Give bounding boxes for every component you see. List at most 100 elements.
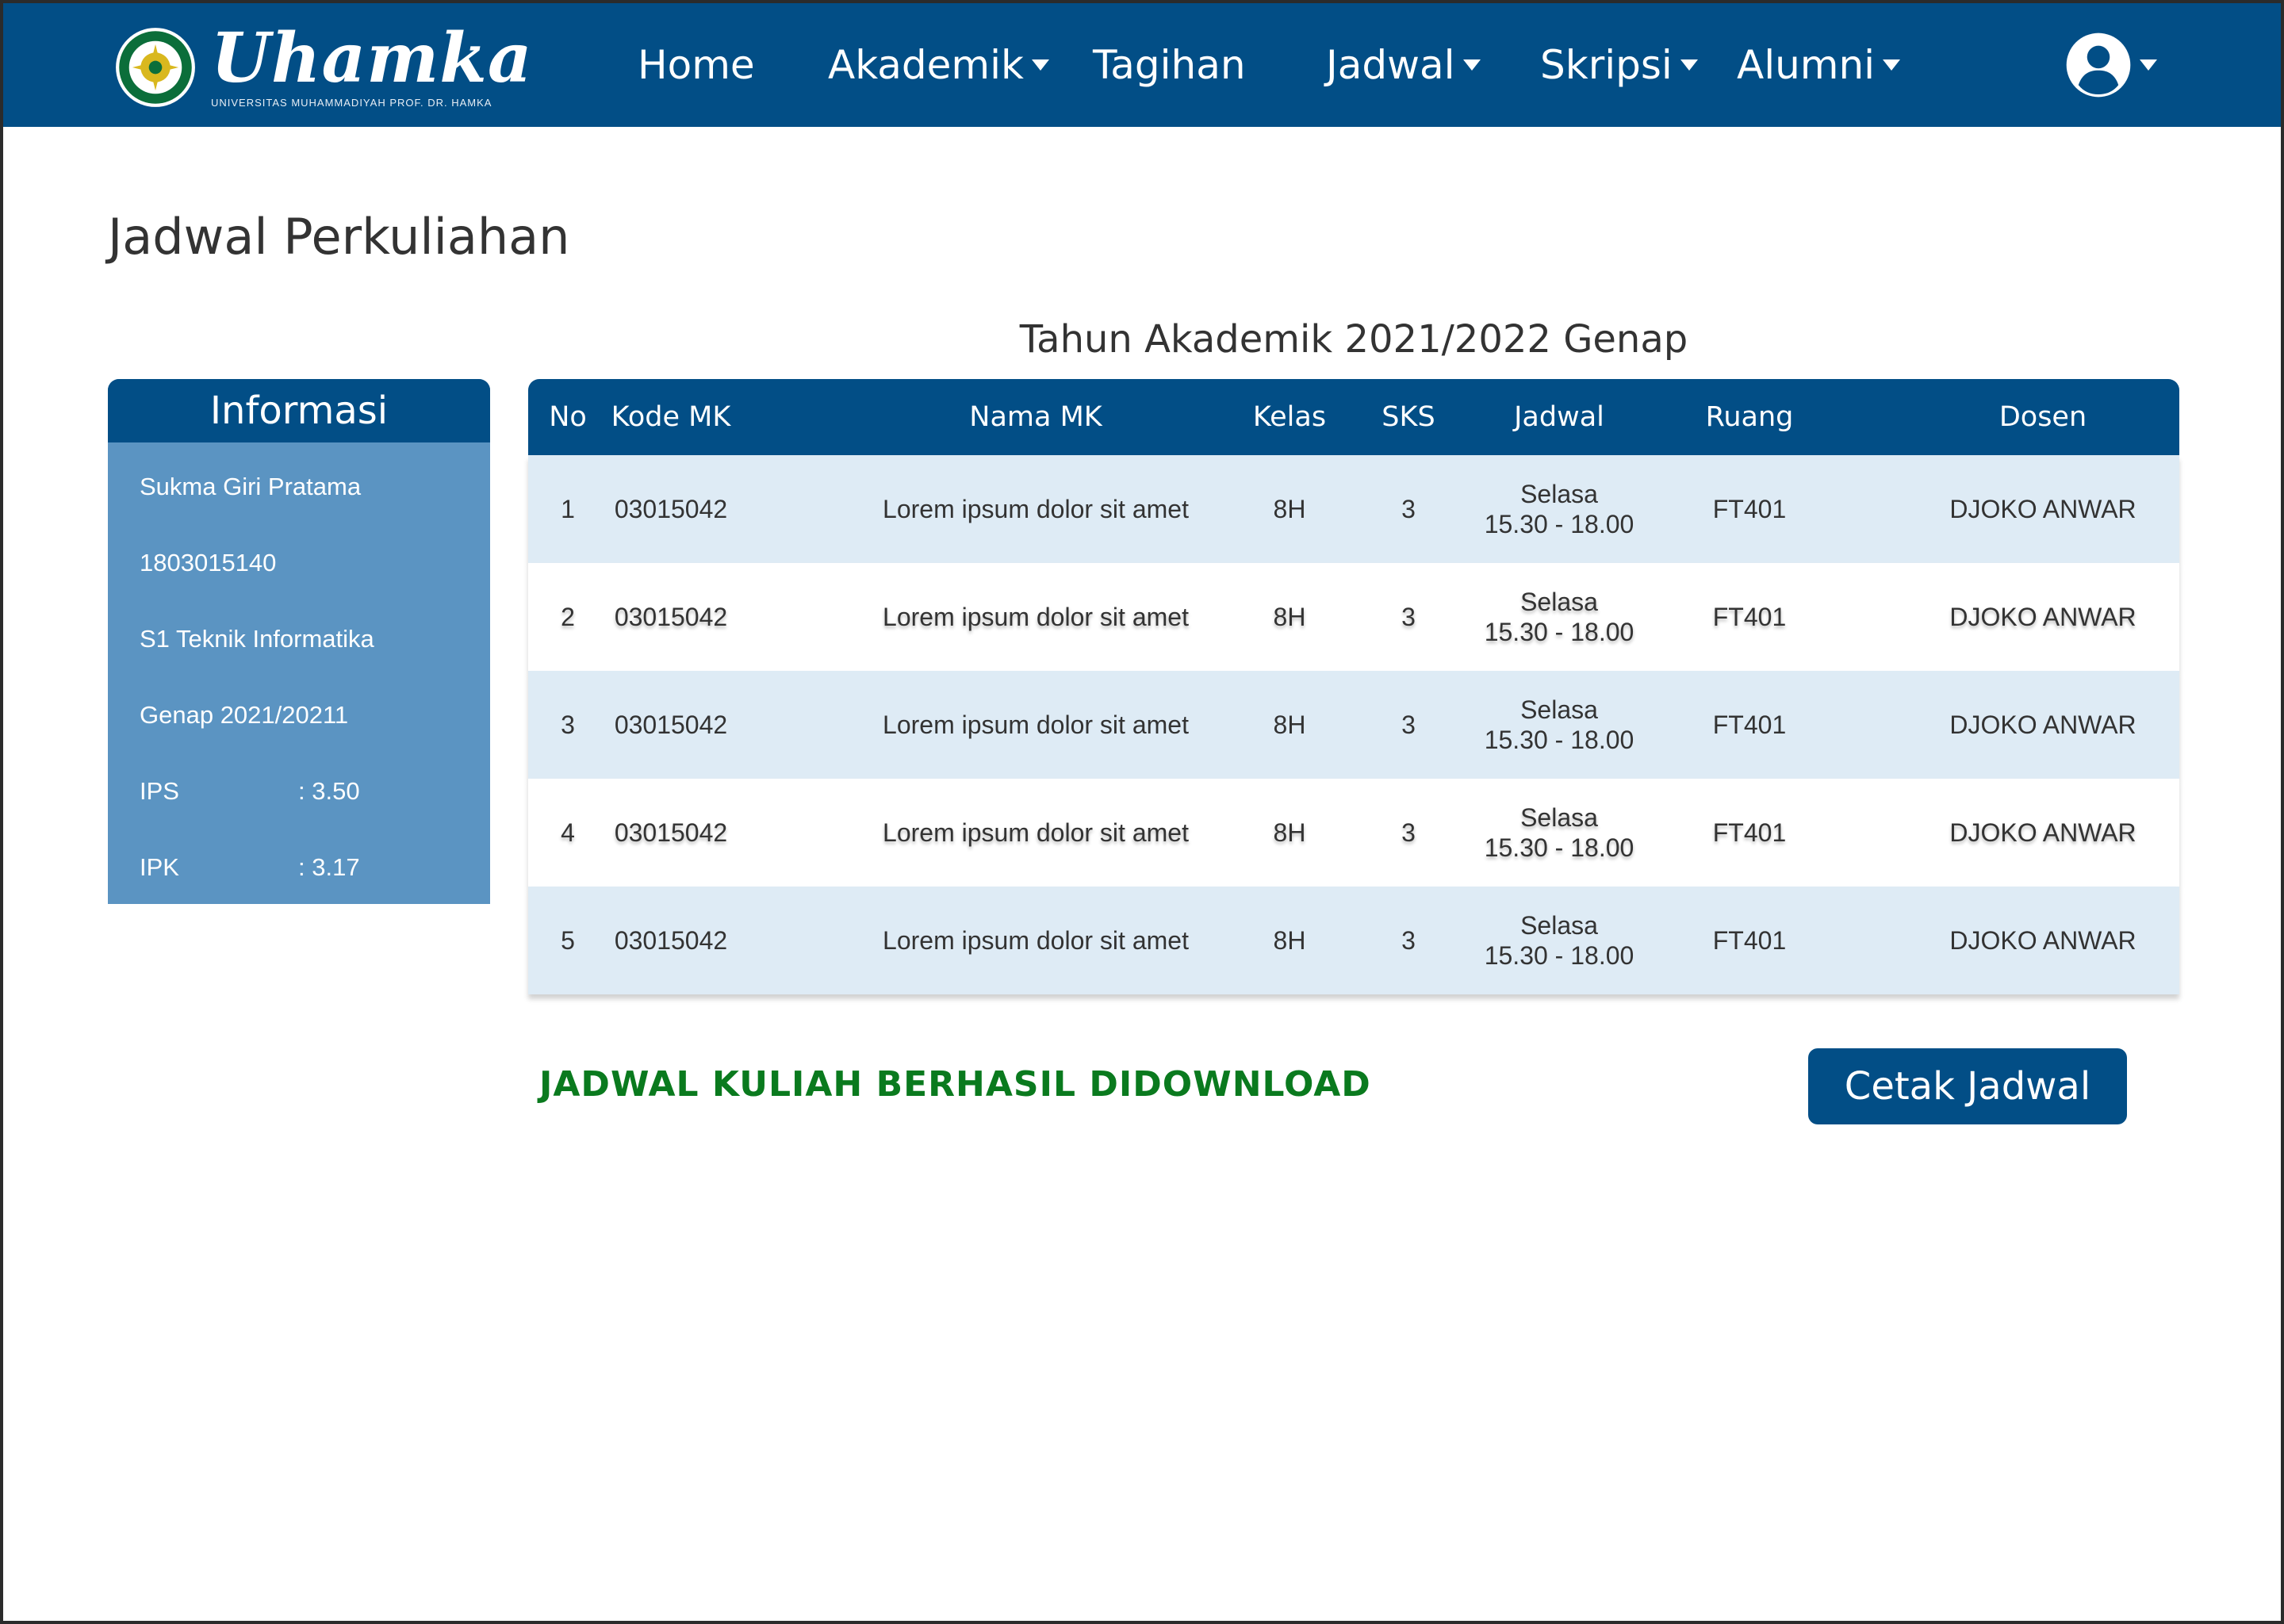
cell-jam: 15.30 - 18.00	[1484, 618, 1634, 646]
cell-kelas: 8H	[1273, 603, 1306, 631]
schedule-table: No Kode MK Nama MK Kelas SKS Jadwal Ruan…	[528, 379, 2179, 994]
cell-kelas: 8H	[1273, 818, 1306, 847]
brand-subtitle: UNIVERSITAS MUHAMMADIYAH PROF. DR. HAMKA	[211, 96, 492, 109]
ipk-label: IPK	[140, 853, 179, 881]
student-nim: 1803015140	[140, 549, 277, 576]
cell-nama: Lorem ipsum dolor sit amet	[883, 818, 1189, 847]
cell-sks: 3	[1401, 710, 1416, 739]
ips-value: : 3.50	[298, 777, 360, 805]
info-panel: Informasi Sukma Giri Pratama 1803015140 …	[108, 379, 490, 904]
column-header-dosen: Dosen	[1998, 401, 2087, 433]
cell-ruang: FT401	[1712, 710, 1787, 739]
nav-item-label: Jadwal	[1326, 42, 1455, 88]
column-header-kelas: Kelas	[1252, 401, 1327, 433]
cell-jam: 15.30 - 18.00	[1484, 726, 1634, 754]
nav-item-alumni[interactable]: Alumni	[1737, 36, 1901, 94]
student-name: Sukma Giri Pratama	[140, 473, 362, 500]
cell-jam: 15.30 - 18.00	[1484, 941, 1634, 970]
ips-label: IPS	[140, 777, 179, 805]
nav-item-tagihan[interactable]: Tagihan	[1093, 36, 1246, 94]
nav-item-akademik[interactable]: Akademik	[828, 36, 1049, 94]
chevron-down-icon	[2140, 59, 2157, 71]
chevron-down-icon	[1883, 59, 1901, 71]
ipk-row: IPK : 3.17	[140, 844, 490, 904]
chevron-down-icon	[1462, 59, 1481, 71]
table-row: 1 03015042 Lorem ipsum dolor sit amet 8H…	[528, 455, 2179, 563]
column-header-nama: Nama MK	[969, 401, 1102, 433]
profile-menu[interactable]	[2065, 32, 2157, 98]
cell-sks: 3	[1401, 818, 1416, 847]
cell-jadwal: Selasa 15.30 - 18.00	[1456, 455, 1662, 563]
cell-dosen: DJOKO ANWAR	[1949, 710, 2136, 739]
cell-no: 4	[561, 818, 575, 847]
cell-ruang: FT401	[1712, 926, 1787, 955]
column-header-jadwal: Jadwal	[1514, 401, 1604, 433]
ips-row: IPS : 3.50	[140, 768, 490, 844]
cell-nama: Lorem ipsum dolor sit amet	[883, 710, 1189, 739]
cell-nama: Lorem ipsum dolor sit amet	[883, 603, 1189, 631]
cell-nama: Lorem ipsum dolor sit amet	[883, 495, 1189, 523]
cell-no: 5	[561, 926, 575, 955]
nav-item-jadwal[interactable]: Jadwal	[1326, 36, 1481, 94]
cell-ruang: FT401	[1712, 603, 1787, 631]
column-header-kode: Kode MK	[611, 401, 731, 433]
cell-jadwal: Selasa 15.30 - 18.00	[1456, 779, 1662, 887]
cell-dosen: DJOKO ANWAR	[1949, 495, 2136, 523]
cell-sks: 3	[1401, 926, 1416, 955]
cell-jadwal: Selasa 15.30 - 18.00	[1456, 671, 1662, 779]
app-window: Uhamka UNIVERSITAS MUHAMMADIYAH PROF. DR…	[0, 0, 2284, 1624]
table-row: 5 03015042 Lorem ipsum dolor sit amet 8H…	[528, 887, 2179, 994]
cell-kode: 03015042	[614, 818, 728, 847]
table-header: No Kode MK Nama MK Kelas SKS Jadwal Ruan…	[528, 379, 2179, 455]
cell-dosen: DJOKO ANWAR	[1949, 603, 2136, 631]
ipk-value: : 3.17	[298, 853, 360, 881]
cell-no: 2	[561, 603, 575, 631]
nav-item-skripsi[interactable]: Skripsi	[1540, 36, 1698, 94]
cell-ruang: FT401	[1712, 495, 1787, 523]
column-header-sks: SKS	[1382, 401, 1435, 433]
cell-dosen: DJOKO ANWAR	[1949, 818, 2136, 847]
nav-item-label: Akademik	[828, 42, 1024, 88]
cell-sks: 3	[1401, 495, 1416, 523]
column-header-ruang: Ruang	[1705, 401, 1794, 433]
cell-kode: 03015042	[614, 926, 728, 955]
user-circle-icon	[2066, 33, 2131, 98]
download-success-message: JADWAL KULIAH BERHASIL DIDOWNLOAD	[539, 1064, 1371, 1105]
cell-hari: Selasa	[1520, 803, 1598, 832]
cell-no: 1	[561, 495, 575, 523]
academic-year-title: Tahun Akademik 2021/2022 Genap	[1019, 317, 1688, 362]
table-row: 4 03015042 Lorem ipsum dolor sit amet 8H…	[528, 779, 2179, 887]
cell-hari: Selasa	[1520, 480, 1598, 508]
cell-kode: 03015042	[614, 710, 728, 739]
nav-item-label: Skripsi	[1540, 42, 1673, 88]
cell-no: 3	[561, 710, 575, 739]
cell-kode: 03015042	[614, 603, 728, 631]
nav-item-home[interactable]: Home	[638, 36, 755, 94]
cell-kelas: 8H	[1273, 495, 1306, 523]
cell-hari: Selasa	[1520, 695, 1598, 724]
nav-item-label: Alumni	[1737, 42, 1876, 88]
info-panel-heading: Informasi	[108, 379, 490, 442]
university-seal-icon	[116, 28, 195, 107]
page-title: Jadwal Perkuliahan	[108, 208, 570, 266]
cell-kode: 03015042	[614, 495, 728, 523]
brand-logo[interactable]: Uhamka UNIVERSITAS MUHAMMADIYAH PROF. DR…	[114, 24, 533, 111]
nav-item-label: Tagihan	[1093, 42, 1246, 88]
cell-hari: Selasa	[1520, 911, 1598, 940]
chevron-down-icon	[1680, 59, 1698, 71]
top-navbar: Uhamka UNIVERSITAS MUHAMMADIYAH PROF. DR…	[3, 3, 2281, 127]
table-row: 3 03015042 Lorem ipsum dolor sit amet 8H…	[528, 671, 2179, 779]
cell-jadwal: Selasa 15.30 - 18.00	[1456, 563, 1662, 671]
print-schedule-button[interactable]: Cetak Jadwal	[1808, 1048, 2127, 1124]
chevron-down-icon	[1031, 59, 1049, 71]
cell-dosen: DJOKO ANWAR	[1949, 926, 2136, 955]
cell-ruang: FT401	[1712, 818, 1787, 847]
nav-item-label: Home	[638, 42, 755, 88]
cell-sks: 3	[1401, 603, 1416, 631]
cell-jam: 15.30 - 18.00	[1484, 833, 1634, 862]
student-program: S1 Teknik Informatika	[140, 625, 374, 653]
cell-kelas: 8H	[1273, 926, 1306, 955]
cell-jadwal: Selasa 15.30 - 18.00	[1456, 887, 1662, 994]
column-header-no: No	[549, 401, 587, 433]
cell-hari: Selasa	[1520, 588, 1598, 616]
